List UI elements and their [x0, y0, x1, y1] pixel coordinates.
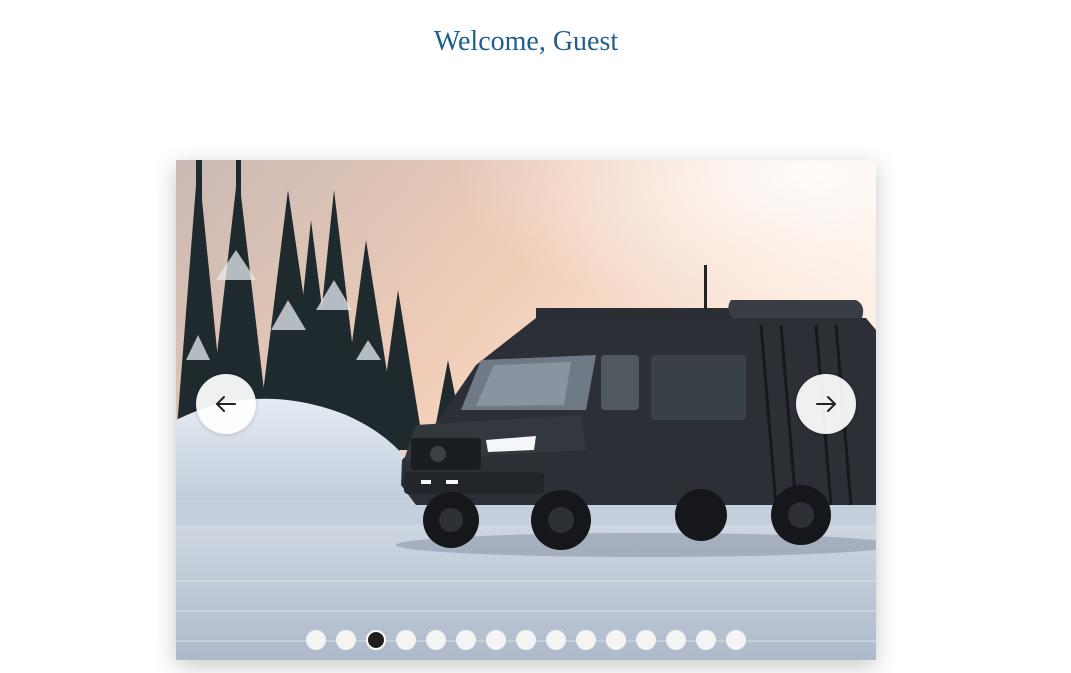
pagination-dot[interactable]: [516, 630, 536, 650]
pagination-dot[interactable]: [576, 630, 596, 650]
arrow-right-icon: [816, 396, 836, 412]
pagination-dot[interactable]: [606, 630, 626, 650]
pagination-dot[interactable]: [486, 630, 506, 650]
pagination-dot[interactable]: [636, 630, 656, 650]
pagination-dot[interactable]: [546, 630, 566, 650]
arrow-left-icon: [216, 396, 236, 412]
pagination-dot-active[interactable]: [366, 630, 386, 650]
pagination-dot[interactable]: [456, 630, 476, 650]
image-carousel: [176, 160, 876, 660]
previous-slide-button[interactable]: [196, 374, 256, 434]
pagination-dot[interactable]: [426, 630, 446, 650]
pagination-dot[interactable]: [306, 630, 326, 650]
page: Welcome, Guest: [0, 0, 1071, 673]
pagination-dot[interactable]: [726, 630, 746, 650]
next-slide-button[interactable]: [796, 374, 856, 434]
pagination-dot[interactable]: [696, 630, 716, 650]
slide-image: [176, 160, 876, 660]
pagination-dot[interactable]: [666, 630, 686, 650]
pagination-dot[interactable]: [396, 630, 416, 650]
pagination-dot[interactable]: [336, 630, 356, 650]
welcome-heading: Welcome, Guest: [433, 26, 619, 57]
carousel-pagination: [176, 630, 876, 650]
